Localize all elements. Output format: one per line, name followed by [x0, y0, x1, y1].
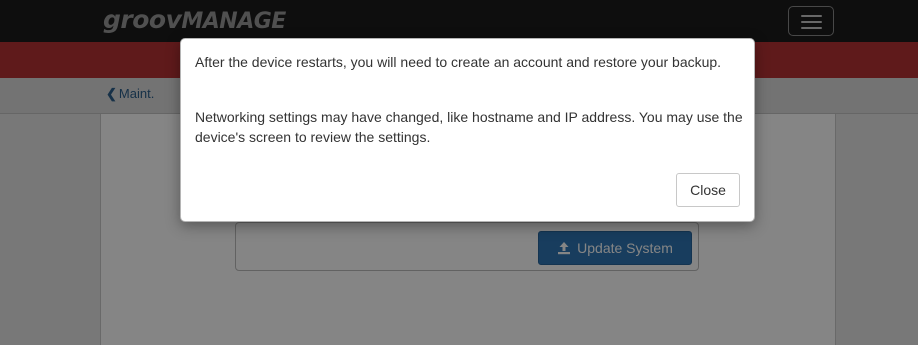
restart-info-modal: After the device restarts, you will need… — [180, 38, 755, 222]
close-button[interactable]: Close — [676, 173, 740, 207]
modal-message-network: Networking settings may have changed, li… — [195, 109, 743, 145]
modal-message-account: After the device restarts, you will need… — [195, 54, 722, 70]
